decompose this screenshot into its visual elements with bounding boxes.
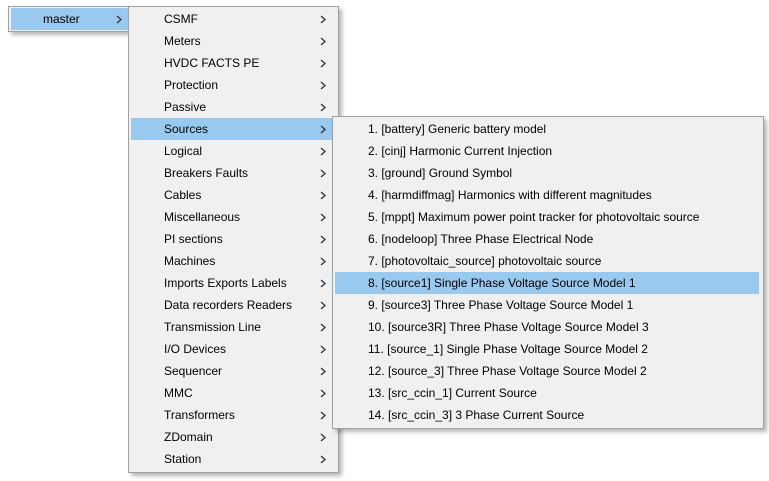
library-menu-item[interactable]: Passive xyxy=(131,96,336,118)
root-menu: master xyxy=(8,6,136,32)
sources-submenu: 1. [battery] Generic battery model 2. [ci… xyxy=(332,116,764,429)
sources-menu-item[interactable]: 13. [src_ccin_1] Current Source xyxy=(335,382,759,404)
library-menu-item-label: ZDomain xyxy=(164,430,213,444)
library-menu-item[interactable]: Transmission Line xyxy=(131,316,336,338)
library-menu-item-label: Passive xyxy=(164,100,207,114)
root-menu-item[interactable]: master xyxy=(11,8,133,30)
library-menu-item[interactable]: Protection xyxy=(131,74,336,96)
sources-menu-item-label: 12. [source_3] Three Phase Voltage Sourc… xyxy=(368,364,647,378)
sources-menu-item[interactable]: 1. [battery] Generic battery model xyxy=(335,118,759,140)
library-menu-item[interactable]: Sources xyxy=(131,118,336,140)
chevron-right-icon xyxy=(319,360,331,376)
library-menu-item-label: Logical xyxy=(164,144,203,158)
chevron-right-icon xyxy=(319,140,331,156)
library-menu-item[interactable]: Machines xyxy=(131,250,336,272)
chevron-right-icon xyxy=(115,8,127,24)
library-menu-item[interactable]: CSMF xyxy=(131,8,336,30)
library-menu-item[interactable]: Transformers xyxy=(131,404,336,426)
library-menu-item-label: Transformers xyxy=(164,408,235,422)
sources-menu-item[interactable]: 6. [nodeloop] Three Phase Electrical Nod… xyxy=(335,228,759,250)
chevron-right-icon xyxy=(319,448,331,464)
library-menu-item[interactable]: Data recorders Readers xyxy=(131,294,336,316)
chevron-right-icon xyxy=(319,206,331,222)
library-menu-item-label: I/O Devices xyxy=(164,342,227,356)
chevron-right-icon xyxy=(319,338,331,354)
sources-menu-item-label: 13. [src_ccin_1] Current Source xyxy=(368,386,537,400)
chevron-right-icon xyxy=(319,118,331,134)
chevron-right-icon xyxy=(319,426,331,442)
sources-menu-item[interactable]: 12. [source_3] Three Phase Voltage Sourc… xyxy=(335,360,759,382)
sources-menu-item[interactable]: 5. [mppt] Maximum power point tracker fo… xyxy=(335,206,759,228)
sources-menu-item-label: 14. [src_ccin_3] 3 Phase Current Source xyxy=(368,408,585,422)
chevron-right-icon xyxy=(319,382,331,398)
library-menu-item-label: MMC xyxy=(164,386,193,400)
chevron-right-icon xyxy=(319,294,331,310)
library-menu-item-label: PI sections xyxy=(164,232,223,246)
library-menu-item-label: Breakers Faults xyxy=(164,166,249,180)
chevron-right-icon xyxy=(319,228,331,244)
library-menu-item[interactable]: Cables xyxy=(131,184,336,206)
chevron-right-icon xyxy=(319,74,331,90)
library-menu-item[interactable]: Meters xyxy=(131,30,336,52)
library-menu-item-label: Transmission Line xyxy=(164,320,261,334)
library-menu-item-label: Protection xyxy=(164,78,219,92)
sources-menu-item[interactable]: 2. [cinj] Harmonic Current Injection xyxy=(335,140,759,162)
library-menu-item[interactable]: I/O Devices xyxy=(131,338,336,360)
library-menu-item-label: Sources xyxy=(164,122,209,136)
library-menu-item[interactable]: Breakers Faults xyxy=(131,162,336,184)
chevron-right-icon xyxy=(319,250,331,266)
sources-menu-item-label: 11. [source_1] Single Phase Voltage Sour… xyxy=(368,342,648,356)
sources-menu-item[interactable]: 14. [src_ccin_3] 3 Phase Current Source xyxy=(335,404,759,426)
chevron-right-icon xyxy=(319,96,331,112)
sources-menu-item-label: 6. [nodeloop] Three Phase Electrical Nod… xyxy=(368,232,594,246)
sources-menu-item-label: 1. [battery] Generic battery model xyxy=(368,122,547,136)
library-menu-item-label: Miscellaneous xyxy=(164,210,241,224)
sources-menu-item[interactable]: 11. [source_1] Single Phase Voltage Sour… xyxy=(335,338,759,360)
library-menu-item-label: HVDC FACTS PE xyxy=(164,56,260,70)
sources-menu-item-label: 5. [mppt] Maximum power point tracker fo… xyxy=(368,210,700,224)
library-menu-item-label: Meters xyxy=(164,34,201,48)
library-menu-item[interactable]: Miscellaneous xyxy=(131,206,336,228)
chevron-right-icon xyxy=(319,184,331,200)
library-menu-item[interactable]: PI sections xyxy=(131,228,336,250)
sources-menu-item[interactable]: 3. [ground] Ground Symbol xyxy=(335,162,759,184)
root-menu-item-label: master xyxy=(43,12,80,26)
sources-menu-item[interactable]: 7. [photovoltaic_source] photovoltaic so… xyxy=(335,250,759,272)
library-menu-item-label: Machines xyxy=(164,254,216,268)
sources-menu-item[interactable]: 9. [source3] Three Phase Voltage Source … xyxy=(335,294,759,316)
sources-menu-item[interactable]: 8. [source1] Single Phase Voltage Source… xyxy=(335,272,759,294)
sources-menu-item-label: 3. [ground] Ground Symbol xyxy=(368,166,513,180)
library-menu-item[interactable]: MMC xyxy=(131,382,336,404)
library-menu-item[interactable]: Imports Exports Labels xyxy=(131,272,336,294)
sources-menu-item-label: 4. [harmdiffmag] Harmonics with differen… xyxy=(368,188,652,202)
library-menu-item-label: Sequencer xyxy=(164,364,223,378)
chevron-right-icon xyxy=(319,162,331,178)
chevron-right-icon xyxy=(319,272,331,288)
library-menu-item-label: Cables xyxy=(164,188,202,202)
sources-menu-item-label: 9. [source3] Three Phase Voltage Source … xyxy=(368,298,634,312)
library-menu-item[interactable]: Logical xyxy=(131,140,336,162)
library-menu-item[interactable]: HVDC FACTS PE xyxy=(131,52,336,74)
library-menu-item[interactable]: ZDomain xyxy=(131,426,336,448)
library-menu-item-label: CSMF xyxy=(164,12,198,26)
sources-menu-item[interactable]: 4. [harmdiffmag] Harmonics with differen… xyxy=(335,184,759,206)
sources-menu-item-label: 10. [source3R] Three Phase Voltage Sourc… xyxy=(368,320,649,334)
sources-menu-item-label: 8. [source1] Single Phase Voltage Source… xyxy=(368,276,636,290)
library-menu-item[interactable]: Sequencer xyxy=(131,360,336,382)
library-menu: CSMF Meters HVDC FACTS PE Protection Passive… xyxy=(128,6,339,473)
library-menu-item[interactable]: Station xyxy=(131,448,336,470)
chevron-right-icon xyxy=(319,52,331,68)
library-menu-item-label: Data recorders Readers xyxy=(164,298,293,312)
chevron-right-icon xyxy=(319,8,331,24)
sources-menu-item-label: 2. [cinj] Harmonic Current Injection xyxy=(368,144,553,158)
sources-menu-item-label: 7. [photovoltaic_source] photovoltaic so… xyxy=(368,254,602,268)
chevron-right-icon xyxy=(319,404,331,420)
sources-menu-item[interactable]: 10. [source3R] Three Phase Voltage Sourc… xyxy=(335,316,759,338)
chevron-right-icon xyxy=(319,316,331,332)
chevron-right-icon xyxy=(319,30,331,46)
library-menu-item-label: Imports Exports Labels xyxy=(164,276,287,290)
library-menu-item-label: Station xyxy=(164,452,202,466)
